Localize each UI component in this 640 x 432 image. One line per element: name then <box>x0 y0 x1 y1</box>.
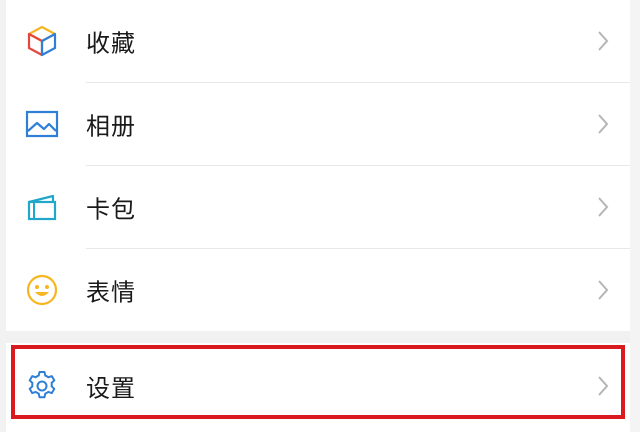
favorites-cube-icon <box>24 23 60 59</box>
menu-item-label: 相册 <box>86 112 136 141</box>
gear-icon <box>24 368 60 404</box>
chevron-right-icon <box>596 195 610 219</box>
menu-item-label: 设置 <box>86 374 136 403</box>
menu-item-card-wallet[interactable]: 卡包 <box>6 166 630 248</box>
smiley-emoji-icon <box>24 272 60 308</box>
card-wallet-icon <box>24 189 60 225</box>
menu-item-label: 表情 <box>86 278 136 307</box>
menu-item-settings[interactable]: 设置 <box>6 343 630 429</box>
section-gap <box>6 331 630 343</box>
chevron-right-icon <box>596 278 610 302</box>
chevron-right-icon <box>596 112 610 136</box>
menu-item-label: 卡包 <box>86 195 136 224</box>
chevron-right-icon <box>596 374 610 398</box>
photo-album-icon <box>24 106 60 142</box>
me-page-menu: 收藏 相册 卡包 表情 设置 <box>0 0 640 432</box>
right-edge-strip <box>630 0 640 432</box>
menu-item-emoji[interactable]: 表情 <box>6 249 630 331</box>
menu-item-album[interactable]: 相册 <box>6 83 630 165</box>
menu-item-favorites[interactable]: 收藏 <box>6 0 630 82</box>
chevron-right-icon <box>596 29 610 53</box>
menu-item-label: 收藏 <box>86 29 136 58</box>
